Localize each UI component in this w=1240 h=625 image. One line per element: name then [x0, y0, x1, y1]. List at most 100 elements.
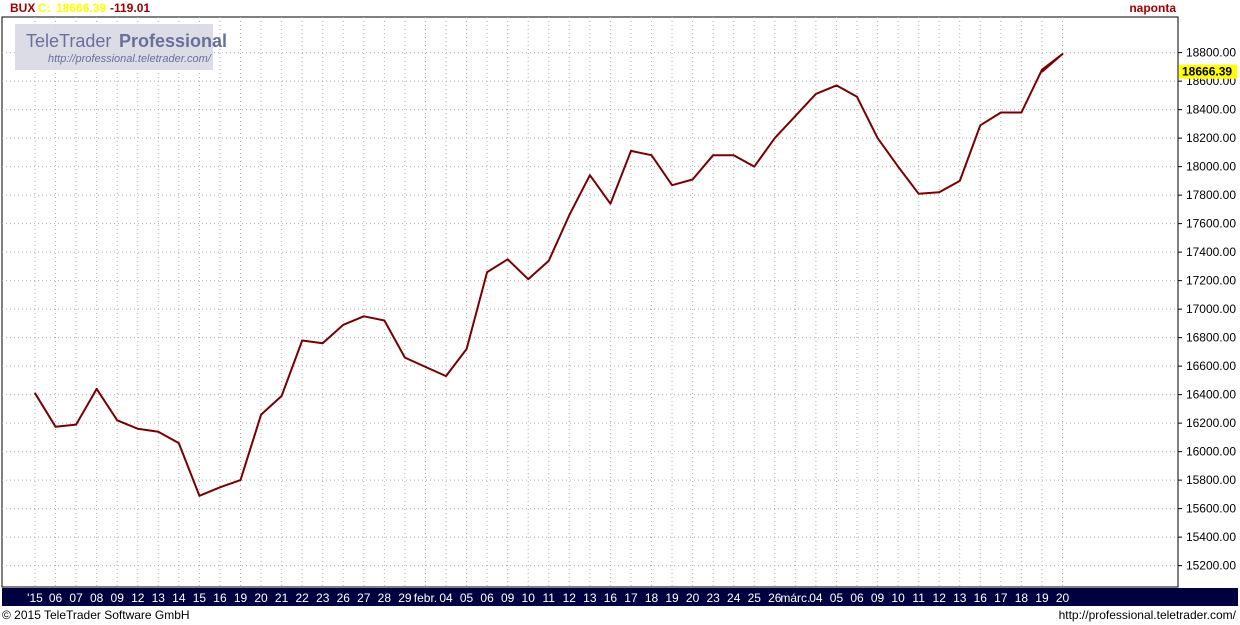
x-tick-label: 19 [1035, 591, 1049, 605]
data-point [671, 184, 673, 186]
data-point [650, 154, 653, 157]
y-tick-label: 16200.00 [1186, 416, 1236, 430]
data-point [239, 479, 242, 481]
y-tick-label: 17200.00 [1186, 274, 1236, 288]
data-point [342, 324, 345, 326]
data-point [445, 375, 447, 377]
x-tick-label: 11 [543, 591, 556, 605]
data-point [178, 442, 180, 444]
x-tick-label: 17 [994, 591, 1008, 605]
y-tick-label: 15400.00 [1186, 530, 1236, 544]
data-point [589, 174, 591, 176]
data-point [547, 259, 550, 262]
data-point [732, 154, 735, 157]
y-tick-label: 17600.00 [1186, 217, 1236, 231]
data-point [321, 342, 324, 345]
data-point [219, 486, 221, 489]
x-tick-label: 07 [69, 591, 83, 605]
y-tick-label: 17800.00 [1186, 188, 1236, 202]
data-point [568, 214, 571, 216]
data-point [95, 388, 98, 390]
y-tick-label: 15800.00 [1186, 473, 1236, 487]
data-point [691, 178, 694, 181]
x-tick-label: 12 [131, 591, 145, 605]
y-tick-label: 16600.00 [1186, 359, 1236, 373]
x-tick-label: 05 [830, 591, 844, 605]
data-point [506, 258, 509, 261]
data-point [1020, 111, 1023, 114]
x-tick-label: 20 [686, 591, 700, 605]
x-tick-label: 23 [706, 591, 720, 605]
x-tick-label: 09 [501, 591, 515, 605]
data-point [917, 192, 920, 195]
x-tick-label: 24 [727, 591, 741, 605]
data-point [1041, 70, 1043, 73]
data-point [486, 271, 488, 273]
y-tick-label: 16400.00 [1186, 388, 1236, 402]
data-point [527, 278, 529, 281]
watermark-brand: TeleTrader [26, 31, 111, 51]
data-point [753, 165, 756, 168]
y-tick-label: 15600.00 [1186, 502, 1236, 516]
x-tick-label: 21 [275, 591, 289, 605]
data-point [815, 93, 817, 95]
data-point [630, 150, 632, 152]
change-value: -119.01 [110, 1, 150, 15]
y-tick-label: 18400.00 [1186, 103, 1236, 117]
x-tick-label: 13 [152, 591, 166, 605]
x-axis: '15 06 07 08 09 12 13 14 15 16 19 20 21 22 23 26 27 28 29 f… [27, 591, 1069, 605]
x-tick-label: 16 [213, 591, 227, 605]
footer-copyright: © 2015 TeleTrader Software GmbH [2, 608, 190, 622]
data-point [136, 428, 139, 430]
data-point [835, 84, 838, 87]
x-tick-label: 22 [295, 591, 309, 605]
x-tick-label: 29 [398, 591, 412, 605]
watermark-product: Professional [119, 31, 227, 51]
watermark-url: http://professional.teletrader.com/ [48, 53, 212, 65]
x-tick-label: 18 [1015, 591, 1029, 605]
data-point [260, 413, 262, 416]
x-tick-label: márc. [780, 591, 810, 605]
x-tick-label: 18 [645, 591, 659, 605]
x-tick-label: 15 [193, 591, 207, 605]
x-tick-label: 25 [748, 591, 762, 605]
data-point [856, 96, 858, 98]
x-tick-label: 10 [891, 591, 905, 605]
x-tick-label: 19 [665, 591, 679, 605]
x-tick-label: 20 [254, 591, 268, 605]
data-point [774, 137, 776, 139]
y-tick-label: 15200.00 [1186, 559, 1236, 573]
footer-url: http://professional.teletrader.com/ [1059, 608, 1237, 622]
symbol-label: BUX [10, 1, 35, 15]
x-tick-label: 17 [624, 591, 638, 605]
data-point [465, 348, 468, 350]
y-axis: 15200.00 15400.00 15600.00 15800.00 16000.00… [1178, 46, 1236, 573]
interval-label: naponta [1129, 1, 1176, 15]
x-tick-label: 09 [111, 591, 125, 605]
x-tick-label: 14 [172, 591, 186, 605]
data-point [938, 191, 940, 194]
x-tick-label: 06 [850, 591, 864, 605]
data-point [979, 124, 982, 127]
data-point [280, 395, 283, 397]
data-point [198, 495, 201, 497]
x-tick-label: 26 [337, 591, 351, 605]
x-tick-label: 12 [563, 591, 577, 605]
x-axis-bar [2, 588, 1238, 606]
y-tick-label: 18200.00 [1186, 131, 1236, 145]
last-price-badge: 18666.39 [1182, 65, 1232, 79]
x-tick-label: 04 [809, 591, 823, 605]
y-tick-label: 16000.00 [1186, 445, 1236, 459]
y-tick-label: 16800.00 [1186, 331, 1236, 345]
data-point [116, 419, 118, 422]
x-tick-label: '15 [27, 591, 43, 605]
data-point [897, 165, 899, 168]
y-tick-label: 17400.00 [1186, 245, 1236, 259]
x-tick-label: 16 [974, 591, 988, 605]
x-tick-label: 23 [316, 591, 330, 605]
data-point [609, 202, 612, 205]
data-point [34, 392, 36, 395]
x-tick-label: 20 [1056, 591, 1070, 605]
data-point [404, 356, 406, 359]
x-tick-label: 06 [480, 591, 494, 605]
